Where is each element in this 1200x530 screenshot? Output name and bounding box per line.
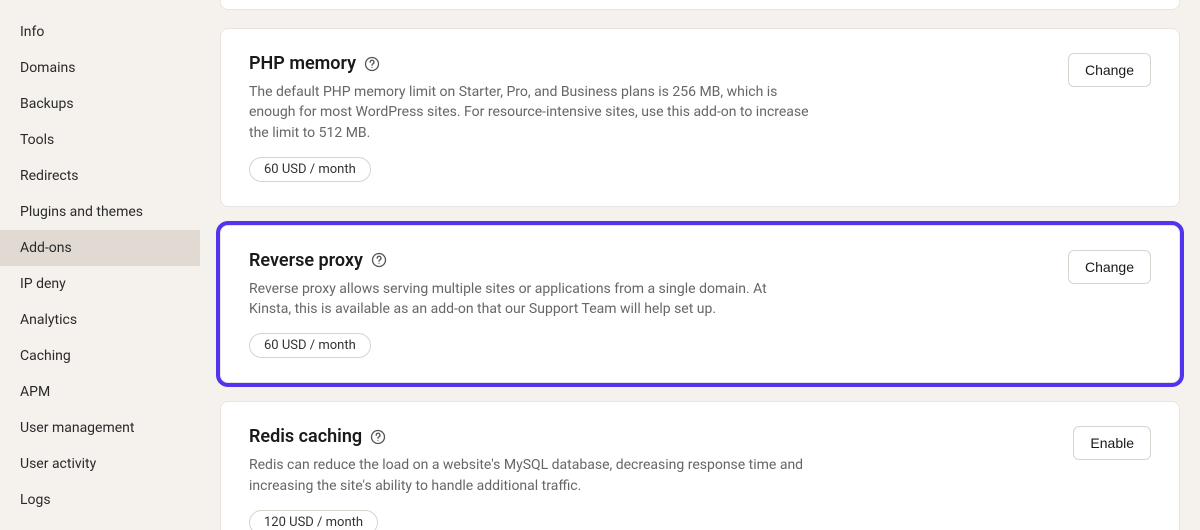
sidebar-item-ip-deny[interactable]: IP deny: [0, 266, 200, 302]
sidebar-item-user-activity[interactable]: User activity: [0, 446, 200, 482]
sidebar-item-add-ons[interactable]: Add-ons: [0, 230, 200, 266]
change-button[interactable]: Change: [1068, 53, 1151, 87]
card-title-text: PHP memory: [249, 53, 356, 74]
main-content: PHP memory The default PHP memory limit …: [200, 0, 1200, 530]
sidebar-item-caching[interactable]: Caching: [0, 338, 200, 374]
addon-card-php-memory: PHP memory The default PHP memory limit …: [220, 28, 1180, 207]
addon-card-redis-caching: Redis caching Redis can reduce the load …: [220, 401, 1180, 530]
card-title: PHP memory: [249, 53, 809, 74]
card-title: Redis caching: [249, 426, 809, 447]
card-title-text: Redis caching: [249, 426, 362, 447]
sidebar-item-backups[interactable]: Backups: [0, 86, 200, 122]
price-badge: 60 USD / month: [249, 157, 371, 182]
card-title: Reverse proxy: [249, 250, 809, 271]
card-title-text: Reverse proxy: [249, 250, 363, 271]
sidebar-item-info[interactable]: Info: [0, 14, 200, 50]
addon-card-reverse-proxy: Reverse proxy Reverse proxy allows servi…: [220, 225, 1180, 384]
card-description: Redis can reduce the load on a website's…: [249, 455, 809, 496]
price-badge: 60 USD / month: [249, 333, 371, 358]
help-icon[interactable]: [370, 429, 386, 445]
help-icon[interactable]: [371, 252, 387, 268]
card-description: Reverse proxy allows serving multiple si…: [249, 279, 809, 320]
price-badge: 120 USD / month: [249, 510, 378, 530]
enable-button[interactable]: Enable: [1073, 426, 1151, 460]
sidebar-item-user-management[interactable]: User management: [0, 410, 200, 446]
sidebar-item-redirects[interactable]: Redirects: [0, 158, 200, 194]
sidebar: Info Domains Backups Tools Redirects Plu…: [0, 0, 200, 530]
sidebar-item-apm[interactable]: APM: [0, 374, 200, 410]
sidebar-item-domains[interactable]: Domains: [0, 50, 200, 86]
change-button[interactable]: Change: [1068, 250, 1151, 284]
help-icon[interactable]: [364, 56, 380, 72]
sidebar-item-plugins-themes[interactable]: Plugins and themes: [0, 194, 200, 230]
card-description: The default PHP memory limit on Starter,…: [249, 82, 809, 143]
addon-card-cutoff: [220, 0, 1180, 10]
sidebar-item-logs[interactable]: Logs: [0, 482, 200, 518]
sidebar-item-tools[interactable]: Tools: [0, 122, 200, 158]
sidebar-item-analytics[interactable]: Analytics: [0, 302, 200, 338]
